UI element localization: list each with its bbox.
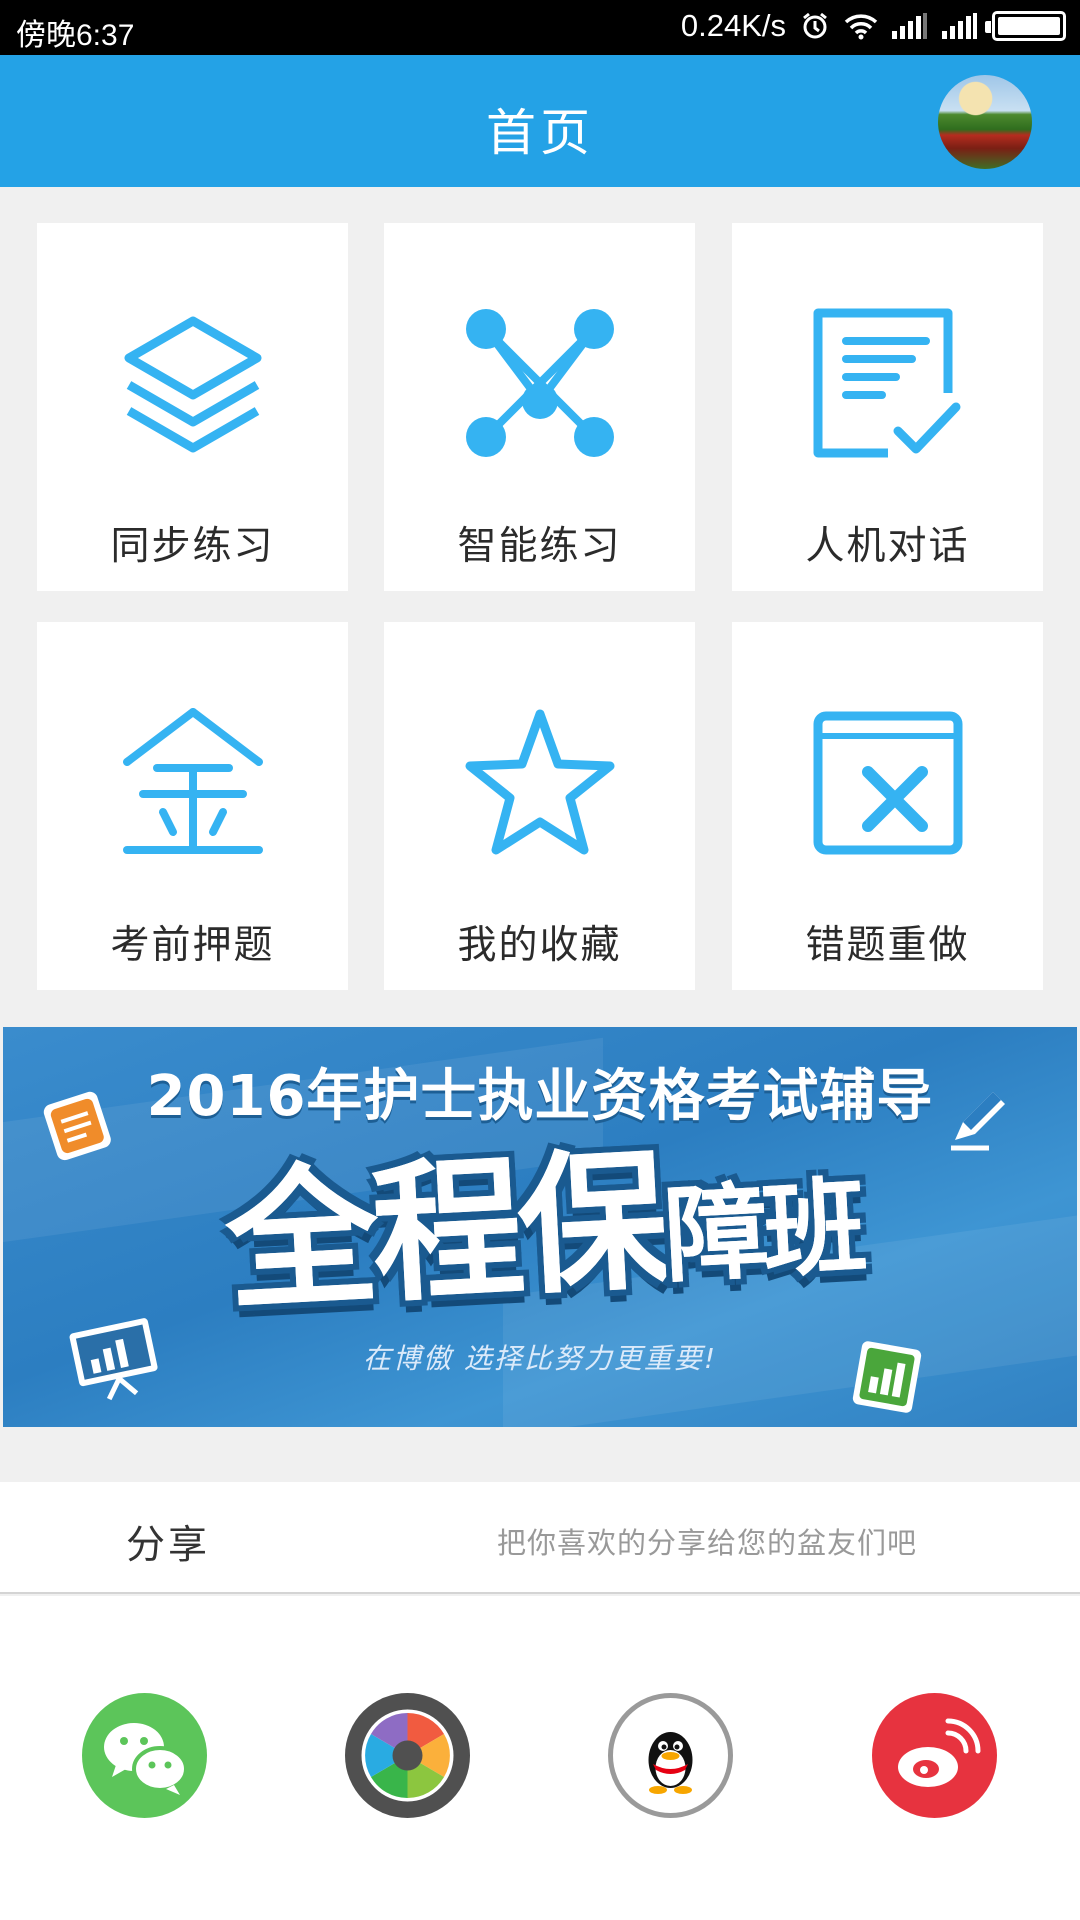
notepad-icon: [43, 1091, 111, 1161]
signal-icon-2: [942, 13, 977, 39]
app-header: 首页: [0, 55, 1080, 187]
pencil-icon: [951, 1092, 1005, 1151]
status-bar: 傍晚6:37 0.24K/s: [0, 0, 1080, 55]
menu-tile-exam-predict[interactable]: 考前押题: [37, 622, 348, 990]
share-weibo-button[interactable]: [872, 1693, 997, 1818]
weibo-icon: [898, 1718, 981, 1787]
status-icons: 0.24K/s: [681, 8, 1066, 44]
moments-icon: [361, 1709, 454, 1802]
menu-label: 智能练习: [457, 524, 622, 569]
network-nodes-icon: [465, 309, 614, 457]
share-header: 分享 把你喜欢的分享给您的盆友们吧: [0, 1482, 1080, 1594]
menu-tile-redo-mistakes[interactable]: 错题重做: [732, 622, 1043, 990]
share-hint: 把你喜欢的分享给您的盆友们吧: [497, 1526, 918, 1560]
share-wechat-button[interactable]: [82, 1693, 207, 1818]
qq-icon: [648, 1732, 693, 1794]
menu-label: 同步练习: [110, 524, 275, 569]
share-panel: [0, 1596, 1080, 1920]
banner-title-small: 障班: [661, 1165, 864, 1298]
page-title: 首页: [486, 104, 594, 162]
avatar[interactable]: [938, 75, 1032, 169]
presentation-icon: [69, 1318, 158, 1401]
layers-icon: [124, 316, 261, 453]
spreadsheet-chart-icon: [852, 1341, 922, 1413]
menu-label: 考前押题: [110, 923, 275, 968]
menu-label: 错题重做: [805, 923, 970, 968]
promo-banner[interactable]: 2016年护士执业资格考试辅导 全程保障班 在博傲 选择比努力更重要!: [3, 1027, 1077, 1427]
share-moments-button[interactable]: [345, 1693, 470, 1818]
share-title: 分享: [126, 1523, 211, 1568]
menu-label: 我的收藏: [457, 923, 622, 968]
network-speed: 0.24K/s: [680, 8, 786, 43]
menu-tile-favorites[interactable]: 我的收藏: [384, 622, 695, 990]
book-x-icon: [813, 711, 962, 855]
menu-tile-sync-practice[interactable]: 同步练习: [37, 223, 348, 591]
document-check-icon: [813, 308, 960, 458]
signal-icon: [892, 13, 927, 39]
alarm-icon: [803, 12, 827, 39]
share-qq-button[interactable]: [608, 1693, 733, 1818]
battery-icon: [985, 11, 1066, 41]
status-time: 傍晚6:37: [16, 19, 135, 52]
gold-character-icon: [122, 708, 263, 854]
wifi-icon: [844, 14, 878, 40]
menu-tile-dialogue[interactable]: 人机对话: [732, 223, 1043, 591]
wechat-icon: [104, 1723, 188, 1795]
menu-label: 人机对话: [805, 524, 970, 569]
menu-tile-smart-practice[interactable]: 智能练习: [384, 223, 695, 591]
banner-title-main: 全程保: [221, 1131, 669, 1332]
star-icon: [465, 709, 614, 855]
